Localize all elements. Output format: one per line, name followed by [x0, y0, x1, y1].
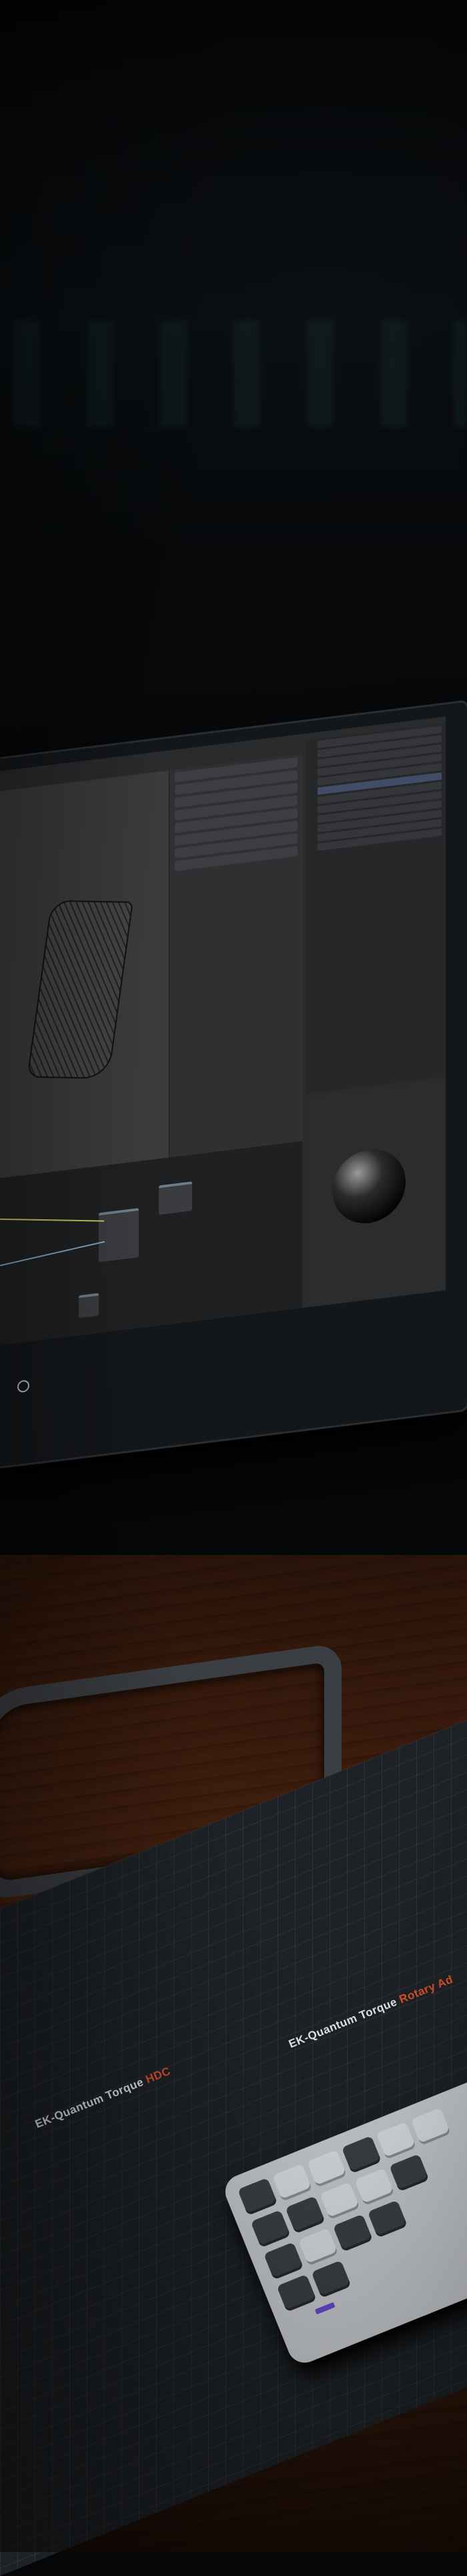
keycap: [285, 2196, 326, 2234]
shader-node: [79, 1293, 99, 1319]
node-wire: [0, 1241, 105, 1267]
viewport-sidebar-panel: [169, 753, 303, 1158]
blurred-shelf-lights: [0, 320, 467, 427]
keyboard-accent-badge: [314, 2302, 336, 2315]
keycap: [311, 2260, 352, 2298]
keycap: [306, 2150, 348, 2188]
wireframe-mesh-object: [27, 900, 133, 1079]
keycap: [389, 2154, 430, 2192]
keycap: [263, 2242, 304, 2280]
shader-node: [159, 1181, 192, 1215]
keycap: [276, 2274, 317, 2312]
keycap: [332, 2214, 374, 2252]
keycap: [367, 2200, 408, 2238]
keycap: [341, 2136, 382, 2174]
power-button-icon: [17, 1379, 29, 1393]
keycap: [410, 2108, 451, 2146]
keycap: [320, 2182, 360, 2220]
scene-outliner: [306, 723, 446, 1094]
keycap: [376, 2122, 416, 2160]
keycap: [298, 2228, 339, 2266]
keycap: [238, 2178, 278, 2216]
computer-monitor: [0, 701, 467, 1468]
photo-scene: EK-Quantum Torque HDC EK-Quantum Torque …: [0, 0, 467, 2576]
keycap: [272, 2164, 313, 2202]
keycap: [250, 2210, 291, 2248]
node-wire: [0, 1218, 105, 1222]
material-preview-sphere: [332, 1145, 406, 1228]
monitor-screen: [0, 716, 446, 1345]
shader-node: [99, 1208, 139, 1263]
keycap: [354, 2168, 395, 2206]
material-properties-panel: [306, 1080, 446, 1308]
